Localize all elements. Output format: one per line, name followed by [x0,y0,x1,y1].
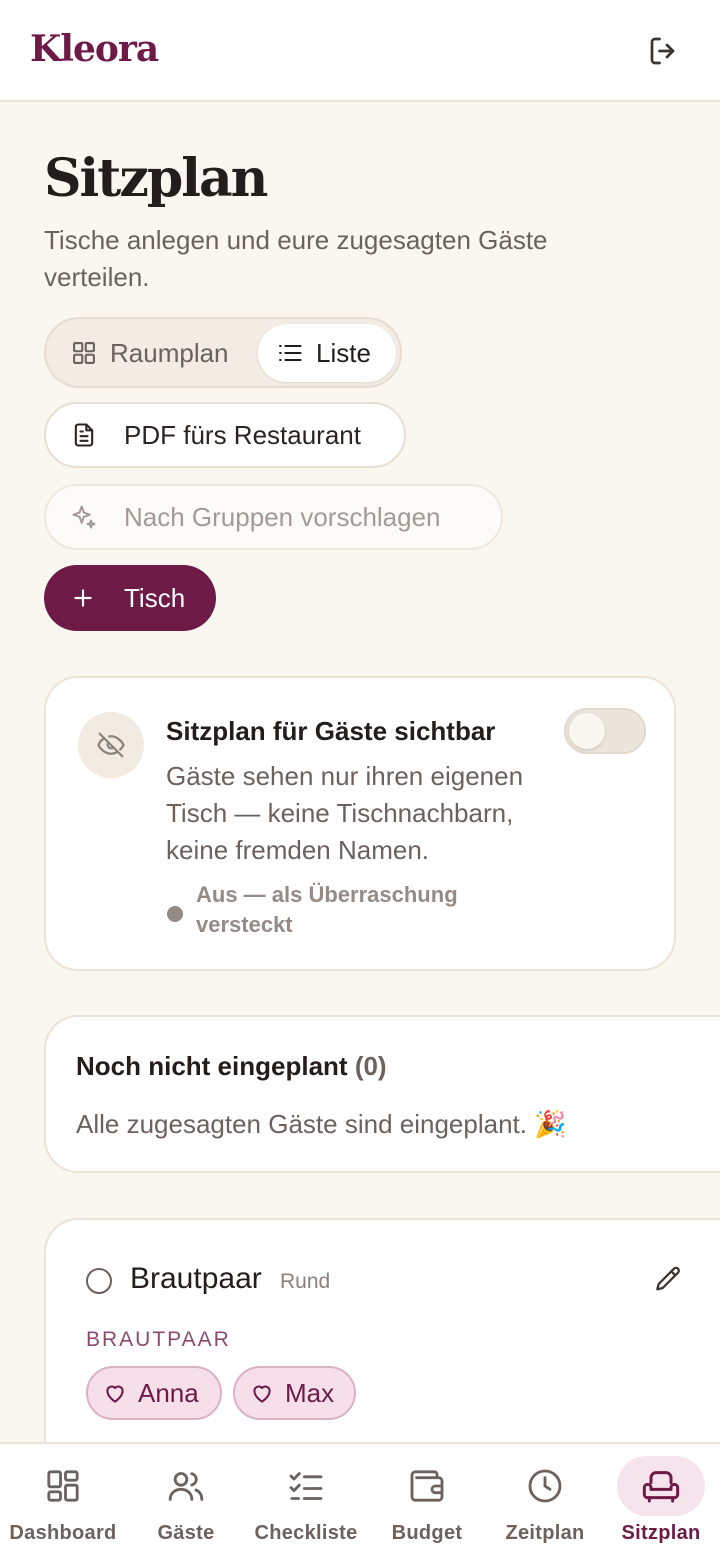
table-group-label: BRAUTPAAR [86,1328,231,1351]
page-subtitle: Tische anlegen und eure zugesagten Gäste… [44,225,548,292]
nav-checkliste-label: Checkliste [254,1522,358,1544]
grid-icon [73,342,95,364]
nav-budget-label: Budget [391,1522,463,1544]
nav-sitzplan-label: Sitzplan [621,1522,701,1544]
nav-checkliste[interactable]: Checkliste [246,1444,366,1558]
visibility-toggle[interactable] [564,708,646,754]
list-icon [279,344,302,362]
nav-budget[interactable]: Budget [366,1444,488,1558]
page-title: Sitzplan [44,148,268,209]
nav-zeitplan-label: Zeitplan [505,1522,585,1544]
eye-off-badge [78,712,144,778]
nav-dashboard-label: Dashboard [9,1522,117,1544]
heart-icon [253,1385,271,1403]
pencil-icon[interactable] [652,1264,684,1296]
clock-icon [528,1469,562,1503]
unplanned-count: (0) [354,1051,387,1081]
sparkles-icon [72,505,96,529]
nav-zeitplan[interactable]: Zeitplan [488,1444,602,1558]
add-table-label: Tisch [124,582,186,613]
logout-icon[interactable] [646,33,682,69]
add-table-button[interactable]: Tisch [44,565,216,631]
armchair-icon [642,1471,680,1503]
checklist-icon [289,1472,323,1500]
nav-gaeste-label: Gäste [157,1522,215,1544]
nav-sitzplan[interactable]: Sitzplan [602,1444,720,1558]
unplanned-message: Alle zugesagten Gäste sind eingeplant. 🎉 [76,1109,567,1139]
unplanned-title: Noch nicht eingeplant (0) [76,1051,387,1082]
table-select-radio[interactable] [86,1268,112,1294]
table-name: Brautpaar [130,1262,262,1295]
guest-chip[interactable]: Anna [86,1366,222,1420]
wallet-icon [410,1470,444,1502]
table-shape: Rund [280,1270,331,1293]
guest-chip-label: Max [285,1377,335,1408]
nav-gaeste[interactable]: Gäste [126,1444,246,1558]
unplanned-card: Noch nicht eingeplant (0) Alle zugesagte… [44,1015,720,1173]
suggest-groups-button[interactable]: Nach Gruppen vorschlagen [44,484,503,550]
pdf-restaurant-label: PDF fürs Restaurant [124,419,361,450]
visibility-description: Gäste sehen nur ihren eigenen Tisch — ke… [166,761,524,865]
suggest-groups-label: Nach Gruppen vorschlagen [124,501,441,532]
tab-liste[interactable]: Liste [258,324,396,382]
unplanned-title-text: Noch nicht eingeplant [76,1051,348,1081]
bottom-nav: Dashboard Gäste Checkliste Budget Zeitpl… [0,1442,720,1558]
dashboard-icon [47,1470,79,1502]
top-bar: Kleora [0,0,720,102]
visibility-status: Aus — als Überraschung versteckt [196,882,458,937]
plus-icon [74,589,92,607]
guest-chip-label: Anna [138,1377,199,1408]
pdf-restaurant-button[interactable]: PDF fürs Restaurant [44,402,406,468]
status-dot [167,906,183,922]
eye-off-icon [97,732,125,758]
visibility-card: Sitzplan für Gäste sichtbar Gäste sehen … [44,676,676,971]
users-icon [168,1472,204,1501]
view-toggle: Raumplan Liste [44,317,402,388]
guest-chip[interactable]: Max [233,1366,356,1420]
toggle-knob [569,713,605,749]
visibility-title: Sitzplan für Gäste sichtbar [166,716,496,746]
document-icon [74,423,94,447]
tab-raumplan-label: Raumplan [110,337,229,368]
brand-logo[interactable]: Kleora [30,28,159,70]
tab-liste-label: Liste [316,337,371,368]
tab-raumplan[interactable]: Raumplan [52,324,258,382]
heart-icon [106,1385,124,1403]
nav-dashboard[interactable]: Dashboard [0,1444,126,1558]
